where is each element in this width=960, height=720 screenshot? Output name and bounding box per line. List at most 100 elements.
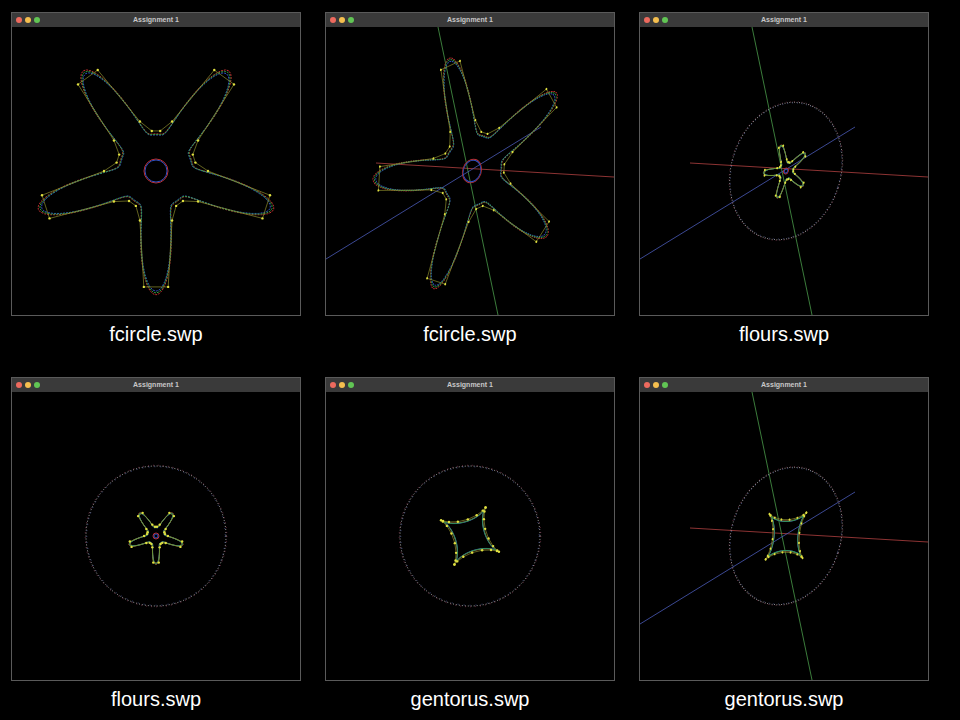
control-point <box>483 518 485 520</box>
window-controls <box>330 17 354 23</box>
control-polygon <box>42 70 270 287</box>
close-button[interactable] <box>644 382 650 388</box>
axes <box>640 27 928 315</box>
minimize-button[interactable] <box>339 382 345 388</box>
control-point <box>788 518 791 521</box>
control-point <box>430 189 433 192</box>
control-point <box>800 555 803 558</box>
zoom-button[interactable] <box>662 382 668 388</box>
window-title: Assignment 1 <box>447 13 493 27</box>
drawing[interactable] <box>326 392 614 680</box>
control-point <box>778 175 781 178</box>
control-polygon <box>352 48 588 309</box>
caption: fcircle.swp <box>423 316 516 346</box>
close-button[interactable] <box>644 17 650 23</box>
close-button[interactable] <box>16 382 22 388</box>
profile-curve <box>754 500 817 571</box>
control-point <box>800 186 803 189</box>
control-point <box>179 546 181 548</box>
control-point <box>233 83 235 85</box>
control-point <box>769 547 772 550</box>
center-circle <box>153 533 159 539</box>
control-point <box>800 522 803 525</box>
control-point <box>487 537 489 539</box>
control-polygon <box>758 143 812 203</box>
drawing[interactable] <box>12 27 300 315</box>
window-controls <box>330 382 354 388</box>
control-point <box>128 200 130 202</box>
control-point <box>167 535 169 537</box>
zoom-button[interactable] <box>34 17 40 23</box>
control-point <box>798 541 801 544</box>
view <box>346 45 591 315</box>
control-point <box>173 515 175 517</box>
zoom-button[interactable] <box>662 17 668 23</box>
control-point <box>213 69 215 71</box>
control-point <box>453 563 455 565</box>
control-point <box>773 553 776 556</box>
canvas[interactable] <box>12 27 300 315</box>
zoom-button[interactable] <box>348 17 354 23</box>
control-point <box>763 174 766 177</box>
drawing[interactable] <box>12 392 300 680</box>
control-point <box>103 170 105 172</box>
control-point <box>164 542 166 544</box>
close-button[interactable] <box>330 17 336 23</box>
control-point <box>426 277 429 280</box>
canvas[interactable] <box>640 27 928 315</box>
control-point <box>486 132 489 135</box>
control-point <box>156 526 158 528</box>
title-bar: Assignment 1 <box>326 13 614 27</box>
control-point <box>548 220 551 223</box>
canvas[interactable] <box>12 392 300 680</box>
control-point <box>143 286 145 288</box>
minimize-button[interactable] <box>653 382 659 388</box>
zoom-button[interactable] <box>348 382 354 388</box>
drawing[interactable] <box>326 27 614 315</box>
control-polygon <box>441 508 499 565</box>
y-axis <box>752 27 812 315</box>
drawing[interactable] <box>640 392 928 680</box>
control-point <box>484 506 486 508</box>
control-point <box>135 205 137 207</box>
ring-path-blue <box>713 454 858 619</box>
control-point <box>194 161 196 163</box>
minimize-button[interactable] <box>25 382 31 388</box>
canvas[interactable] <box>640 392 928 680</box>
app-window: Assignment 1 <box>325 377 615 681</box>
ring-path <box>712 453 859 620</box>
close-button[interactable] <box>330 382 336 388</box>
control-point <box>432 157 435 160</box>
control-point <box>780 164 783 167</box>
control-point <box>803 515 806 518</box>
minimize-button[interactable] <box>653 17 659 23</box>
zoom-button[interactable] <box>34 382 40 388</box>
close-button[interactable] <box>16 17 22 23</box>
view <box>85 465 227 607</box>
ring-path-red <box>85 465 227 607</box>
control-point <box>771 519 774 522</box>
minimize-button[interactable] <box>339 17 345 23</box>
profile-curve <box>757 141 814 204</box>
control-point <box>444 283 447 286</box>
canvas[interactable] <box>326 392 614 680</box>
control-point <box>145 542 147 544</box>
control-point <box>766 554 769 557</box>
control-point <box>167 286 169 288</box>
minimize-button[interactable] <box>25 17 31 23</box>
control-point <box>503 171 506 174</box>
control-point <box>805 511 808 514</box>
control-polygon <box>130 513 182 563</box>
screenshot-cell: Assignment 1gentorus.swp <box>325 377 615 711</box>
canvas[interactable] <box>326 27 614 315</box>
control-point <box>467 518 469 520</box>
drawing[interactable] <box>640 27 928 315</box>
control-point <box>175 205 177 207</box>
control-point <box>146 531 148 533</box>
control-point <box>181 540 183 542</box>
center-circle <box>144 159 168 183</box>
title-bar: Assignment 1 <box>12 13 300 27</box>
control-point <box>799 550 802 553</box>
control-point <box>41 194 43 196</box>
x-axis <box>690 163 928 177</box>
